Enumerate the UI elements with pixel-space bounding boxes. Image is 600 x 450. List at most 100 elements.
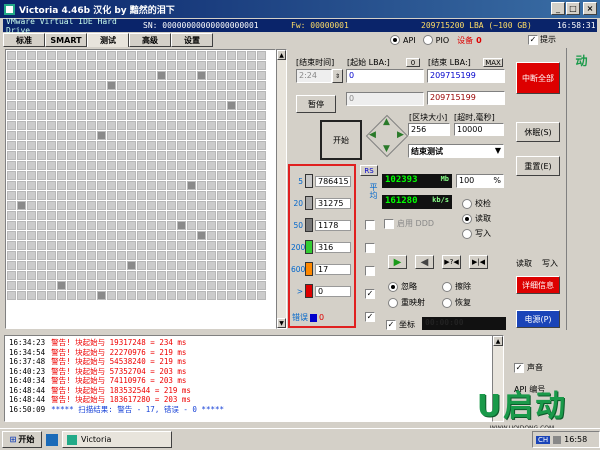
grid-scrollbar[interactable]: ▲ ▼ xyxy=(276,49,287,329)
grid-block xyxy=(257,181,266,190)
maximize-button[interactable]: □ xyxy=(566,2,580,15)
scroll-up-button[interactable]: ▲ xyxy=(277,50,286,60)
tab-test[interactable]: 测试 xyxy=(87,33,129,47)
restore-option[interactable]: 恢复 xyxy=(442,297,471,308)
end-lba-field[interactable]: 209715199 xyxy=(427,69,505,83)
close-button[interactable]: × xyxy=(583,2,597,15)
reset-button[interactable]: 重置(E) xyxy=(516,156,560,176)
quicklaunch-icon[interactable] xyxy=(46,433,58,446)
tab-settings[interactable]: 设置 xyxy=(171,33,213,47)
grid-block xyxy=(67,111,76,120)
ignore-option[interactable]: 忽略 xyxy=(388,281,417,292)
start-lba-zero-button[interactable]: 0 xyxy=(406,58,420,67)
row-checkbox[interactable] xyxy=(365,266,375,276)
coord-checkbox[interactable]: ✓ xyxy=(386,319,396,330)
playback-bar: ▶ ◀ ▶?◀ ▶|◀ xyxy=(388,255,488,269)
end-icon[interactable]: ▶|◀ xyxy=(469,255,488,269)
arrow-down-icon[interactable]: ▼ xyxy=(383,144,390,154)
pio-radio[interactable] xyxy=(422,35,433,45)
hint-toggle[interactable]: ✓ 提示 xyxy=(528,34,556,45)
back-icon[interactable]: ◀ xyxy=(415,255,434,269)
start-lba-field[interactable]: 0 xyxy=(346,69,424,83)
api-radio[interactable] xyxy=(390,35,400,45)
grid-block xyxy=(57,161,66,170)
ignore-radio[interactable] xyxy=(388,281,398,292)
grid-block xyxy=(227,131,236,140)
end-action-select[interactable]: 结束测试 ▼ xyxy=(408,144,504,158)
sleep-button[interactable]: 休眠(S) xyxy=(516,122,560,142)
abort-all-button[interactable]: 中断全部 xyxy=(516,62,560,94)
grid-block xyxy=(207,201,216,210)
tray-icon[interactable] xyxy=(553,435,562,444)
remap-radio[interactable] xyxy=(388,297,398,308)
grid-block xyxy=(97,61,106,70)
drive-serial: SN: 00000000000000000001 xyxy=(143,21,259,30)
block-size-select[interactable]: 256 xyxy=(408,123,450,136)
sound-toggle[interactable]: ✓ 声音 xyxy=(514,362,543,373)
grid-block xyxy=(147,131,156,140)
tab-smart[interactable]: SMART xyxy=(45,33,87,47)
hint-checkbox[interactable]: ✓ xyxy=(528,34,538,45)
minimize-button[interactable]: _ xyxy=(551,2,565,15)
grid-block xyxy=(257,171,266,180)
erase-radio[interactable] xyxy=(442,281,452,292)
grid-block xyxy=(57,291,66,300)
end-time-spinner[interactable]: ⇕ xyxy=(332,69,343,83)
tab-standard[interactable]: 标准 xyxy=(3,33,45,47)
read-option[interactable]: 读取 xyxy=(462,213,506,224)
grid-block xyxy=(187,181,196,190)
grid-block xyxy=(247,181,256,190)
read-indicator-label: 读取 xyxy=(516,259,532,268)
sound-checkbox[interactable]: ✓ xyxy=(514,362,524,373)
ddd-checkbox[interactable] xyxy=(384,218,394,229)
verify-radio[interactable] xyxy=(462,198,472,209)
grid-block xyxy=(177,111,186,120)
direction-pad[interactable]: ▲ ▼ ◀ ▶ xyxy=(365,114,409,158)
start-button[interactable]: 开始 xyxy=(320,120,362,160)
grid-block xyxy=(7,61,16,70)
grid-block xyxy=(37,161,46,170)
coord-toggle[interactable]: ✓ 坐标 xyxy=(386,319,415,330)
arrow-right-icon[interactable]: ▶ xyxy=(397,130,404,140)
arrow-up-icon[interactable]: ▲ xyxy=(383,117,390,127)
grid-block xyxy=(37,231,46,240)
row-checkbox[interactable] xyxy=(365,220,375,230)
grid-block xyxy=(187,151,196,160)
read-radio[interactable] xyxy=(462,213,472,224)
tab-advanced[interactable]: 高级 xyxy=(129,33,171,47)
erase-option[interactable]: 擦除 xyxy=(442,281,471,292)
grid-block xyxy=(127,61,136,70)
grid-block xyxy=(217,141,226,150)
write-option[interactable]: 写入 xyxy=(462,228,506,239)
taskbar-app-victoria[interactable]: Victoria xyxy=(62,431,172,448)
row-checkbox[interactable]: ✓ xyxy=(365,312,375,322)
pause-button[interactable]: 暂停 xyxy=(296,95,336,113)
timeout-select[interactable]: 10000 xyxy=(454,123,504,136)
details-button[interactable]: 详细信息 xyxy=(516,276,560,294)
start-menu-button[interactable]: ⊞ 开始 xyxy=(2,431,42,448)
power-button[interactable]: 电源(P) xyxy=(516,310,560,328)
language-indicator[interactable]: CH xyxy=(536,435,551,444)
grid-block xyxy=(87,101,96,110)
seek-icon[interactable]: ▶?◀ xyxy=(442,255,461,269)
grid-block xyxy=(107,91,116,100)
play-icon[interactable]: ▶ xyxy=(388,255,407,269)
end-time-field[interactable]: 2:24 xyxy=(296,69,332,83)
verify-option[interactable]: 校检 xyxy=(462,198,506,209)
scroll-down-button[interactable]: ▼ xyxy=(277,318,286,328)
end-lba-max-button[interactable]: MAX xyxy=(483,58,503,67)
ddd-toggle[interactable]: 启用 DDD xyxy=(384,218,434,229)
row-checkbox[interactable]: ✓ xyxy=(365,289,375,299)
rs-button[interactable]: RS xyxy=(360,165,378,176)
grid-block xyxy=(27,261,36,270)
arrow-left-icon[interactable]: ◀ xyxy=(369,130,376,140)
row-checkbox[interactable] xyxy=(365,243,375,253)
average-vertical-label: 平均 xyxy=(369,183,378,199)
grid-block xyxy=(157,261,166,270)
grid-block xyxy=(107,251,116,260)
remap-option[interactable]: 重映射 xyxy=(388,297,425,308)
write-radio[interactable] xyxy=(462,228,472,239)
restore-radio[interactable] xyxy=(442,297,452,308)
log-scroll-up-button[interactable]: ▲ xyxy=(493,336,503,346)
grid-block xyxy=(47,51,56,60)
